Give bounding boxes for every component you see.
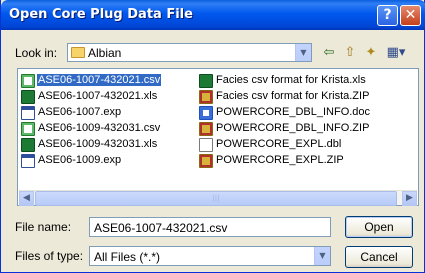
- file-name-label: Facies csv format for Krista.ZIP: [216, 90, 370, 102]
- csv-icon: [21, 74, 35, 88]
- views-icon: ▦▾: [386, 45, 406, 60]
- file-name-label: POWERCORE_EXPL.dbl: [216, 138, 342, 150]
- open-file-dialog: Open Core Plug Data File ? ✕ Look in: Al…: [0, 0, 425, 273]
- file-name-input[interactable]: ASE06-1007-432021.csv: [89, 217, 331, 237]
- chevron-down-icon[interactable]: ▼: [314, 247, 330, 265]
- file-name-label: ASE06-1009-432031.xls: [38, 138, 158, 150]
- close-button[interactable]: ✕: [400, 5, 421, 26]
- back-button[interactable]: ⇦: [319, 44, 339, 62]
- help-icon: ?: [383, 7, 392, 23]
- cancel-button[interactable]: Cancel: [345, 246, 413, 268]
- file-name-label: ASE06-1007.exp: [38, 106, 122, 118]
- close-icon: ✕: [404, 7, 417, 23]
- exp-icon: [21, 106, 35, 120]
- title-bar[interactable]: Open Core Plug Data File ? ✕: [1, 0, 425, 30]
- zip-icon: [199, 154, 213, 168]
- grip-icon: |||: [212, 194, 220, 202]
- new-folder-icon: ✦: [365, 45, 377, 60]
- file-name-label: ASE06-1009-432031.csv: [38, 122, 161, 134]
- file-name-label: File name:: [15, 220, 72, 234]
- xls-icon: [21, 90, 35, 104]
- exp-icon: [21, 154, 35, 168]
- scroll-left-button[interactable]: ◀: [19, 191, 34, 206]
- file-name-label: ASE06-1009.exp: [38, 154, 122, 166]
- folder-icon: [71, 47, 85, 58]
- file-type-dropdown[interactable]: All Files (*.*) ▼: [89, 246, 331, 266]
- look-in-dropdown[interactable]: Albian ▼: [67, 43, 312, 62]
- look-in-value: Albian: [88, 46, 122, 60]
- new-folder-button[interactable]: ✦: [361, 44, 381, 62]
- file-name-label: ASE06-1007-432021.xls: [38, 90, 158, 102]
- file-name-label: Facies csv format for Krista.xls: [216, 74, 366, 86]
- file-name-label: ASE06-1007-432021.csv: [37, 74, 162, 86]
- xls-icon: [21, 138, 35, 152]
- file-name-label: POWERCORE_EXPL.ZIP: [216, 154, 344, 166]
- file-list[interactable]: ASE06-1007-432021.csv ASE06-1007-432021.…: [17, 68, 419, 206]
- dialog-title: Open Core Plug Data File: [9, 7, 193, 22]
- chevron-down-icon[interactable]: ▼: [295, 44, 311, 61]
- csv-icon: [21, 122, 35, 136]
- look-in-label: Look in:: [15, 46, 58, 60]
- zip-icon: [199, 90, 213, 104]
- views-menu-button[interactable]: ▦▾: [383, 44, 409, 62]
- xls-icon: [199, 74, 213, 88]
- chevron-right-icon: ▶: [406, 193, 413, 203]
- file-type-label: Files of type:: [15, 249, 84, 263]
- horizontal-scrollbar[interactable]: ◀ ||| ▶: [19, 190, 417, 206]
- file-name-label: POWERCORE_DBL_INFO.doc: [216, 106, 371, 118]
- file-type-value: All Files (*.*): [94, 250, 161, 264]
- dbl-icon: [199, 138, 213, 152]
- help-button[interactable]: ?: [377, 5, 398, 26]
- back-arrow-icon: ⇦: [323, 45, 335, 60]
- scroll-right-button[interactable]: ▶: [402, 191, 417, 206]
- up-folder-button[interactable]: ⇧: [340, 44, 360, 62]
- chevron-left-icon: ◀: [23, 193, 30, 203]
- file-name-value: ASE06-1007-432021.csv: [94, 221, 228, 235]
- scroll-thumb[interactable]: |||: [35, 191, 397, 206]
- file-name-label: POWERCORE_DBL_INFO.ZIP: [216, 122, 370, 134]
- open-button[interactable]: Open: [345, 216, 413, 238]
- up-folder-icon: ⇧: [344, 45, 356, 60]
- zip-icon: [199, 122, 213, 136]
- doc-icon: [199, 106, 213, 120]
